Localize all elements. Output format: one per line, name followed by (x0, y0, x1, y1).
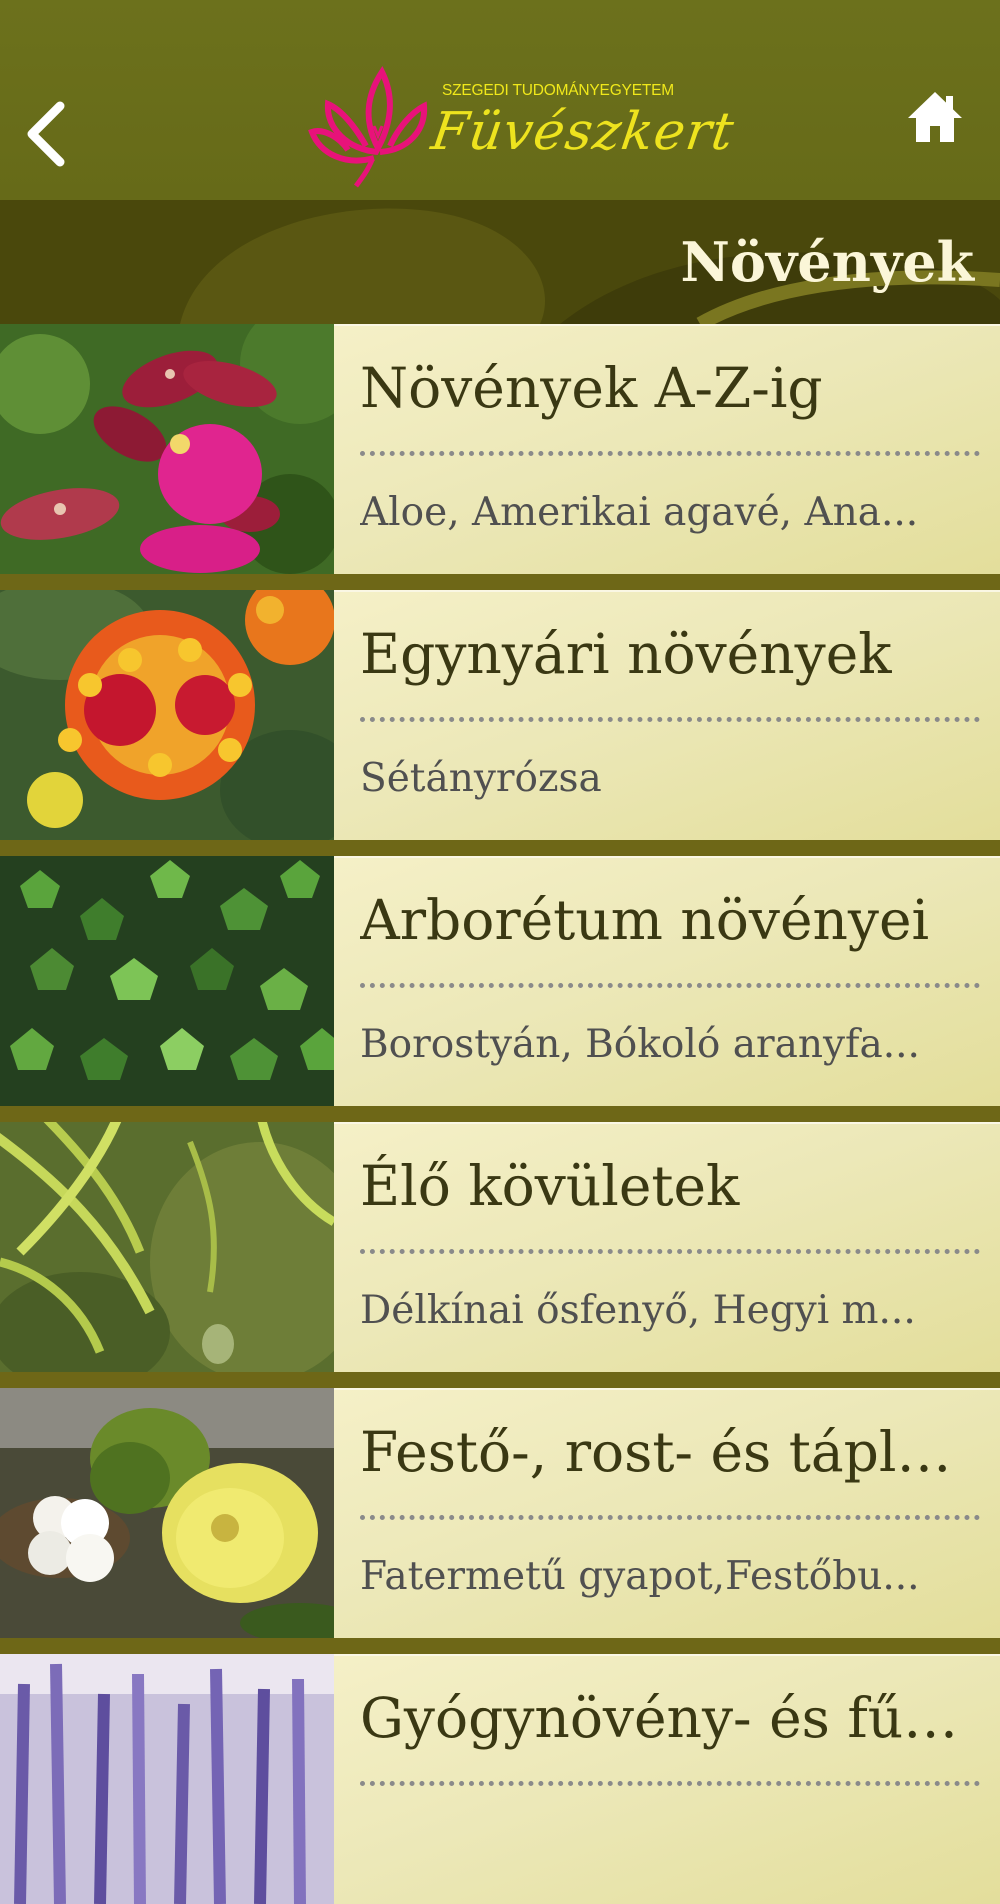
lantana-image (0, 590, 334, 840)
item-thumbnail (0, 590, 334, 840)
item-card: Növények A-Z-ig Aloe, Amerikai agavé, An… (334, 324, 1000, 574)
item-title: Egynyári növények (360, 622, 892, 686)
list-item[interactable]: Arborétum növényei Borostyán, Bókoló ara… (0, 856, 1000, 1106)
ivy-image (0, 856, 334, 1106)
page-title: Növények (680, 230, 974, 294)
item-subtitle: Aloe, Amerikai agavé, Ana... (360, 490, 919, 535)
item-thumbnail (0, 1388, 334, 1638)
item-card: Gyógynövény- és fűs... (334, 1654, 1000, 1904)
list-item[interactable]: Gyógynövény- és fűs... (0, 1654, 1000, 1904)
section-title-bar: Növények (0, 200, 1000, 324)
item-subtitle: Borostyán, Bókoló aranyfa... (360, 1022, 920, 1067)
home-icon (908, 92, 962, 142)
dotted-divider (360, 1781, 980, 1786)
item-card: Festő-, rost- és táplá... Fatermetű gyap… (334, 1388, 1000, 1638)
app-header: SZEGEDI TUDOMÁNYEGYETEM Füvészkert (0, 0, 1000, 200)
fuveszkert-logo: SZEGEDI TUDOMÁNYEGYETEM Füvészkert (308, 66, 738, 196)
back-button[interactable] (14, 88, 84, 178)
list-item[interactable]: Növények A-Z-ig Aloe, Amerikai agavé, An… (0, 324, 1000, 574)
list-item[interactable]: Festő-, rost- és táplá... Fatermetű gyap… (0, 1388, 1000, 1638)
item-subtitle: Fatermetű gyapot,Festőbu... (360, 1554, 920, 1599)
item-title: Élő kövületek (360, 1154, 740, 1218)
list-item[interactable]: Egynyári növények Sétányrózsa (0, 590, 1000, 840)
logo-university-name: SZEGEDI TUDOMÁNYEGYETEM (442, 82, 674, 99)
conifer-image (0, 1122, 334, 1372)
item-thumbnail (0, 324, 334, 574)
dotted-divider (360, 983, 980, 988)
item-card: Egynyári növények Sétányrózsa (334, 590, 1000, 840)
lotus-logo-icon (308, 66, 428, 188)
orchid-image (0, 324, 334, 574)
list-item[interactable]: Élő kövületek Délkínai ősfenyő, Hegyi m.… (0, 1122, 1000, 1372)
item-thumbnail (0, 856, 334, 1106)
home-button[interactable] (904, 86, 966, 148)
cotton-image (0, 1388, 334, 1638)
dotted-divider (360, 1515, 980, 1520)
item-title: Növények A-Z-ig (360, 356, 823, 420)
dotted-divider (360, 717, 980, 722)
item-title: Festő-, rost- és táplá... (360, 1420, 980, 1484)
chevron-left-icon (27, 101, 65, 167)
item-subtitle: Sétányrózsa (360, 756, 602, 801)
item-title: Gyógynövény- és fűs... (360, 1686, 980, 1750)
item-thumbnail (0, 1654, 334, 1904)
item-card: Arborétum növényei Borostyán, Bókoló ara… (334, 856, 1000, 1106)
logo-garden-name: Füvészkert (427, 102, 739, 162)
item-title: Arborétum növényei (360, 888, 930, 952)
item-subtitle: Délkínai ősfenyő, Hegyi m... (360, 1288, 916, 1333)
dotted-divider (360, 451, 980, 456)
item-card: Élő kövületek Délkínai ősfenyő, Hegyi m.… (334, 1122, 1000, 1372)
lavender-image (0, 1654, 334, 1904)
item-thumbnail (0, 1122, 334, 1372)
dotted-divider (360, 1249, 980, 1254)
